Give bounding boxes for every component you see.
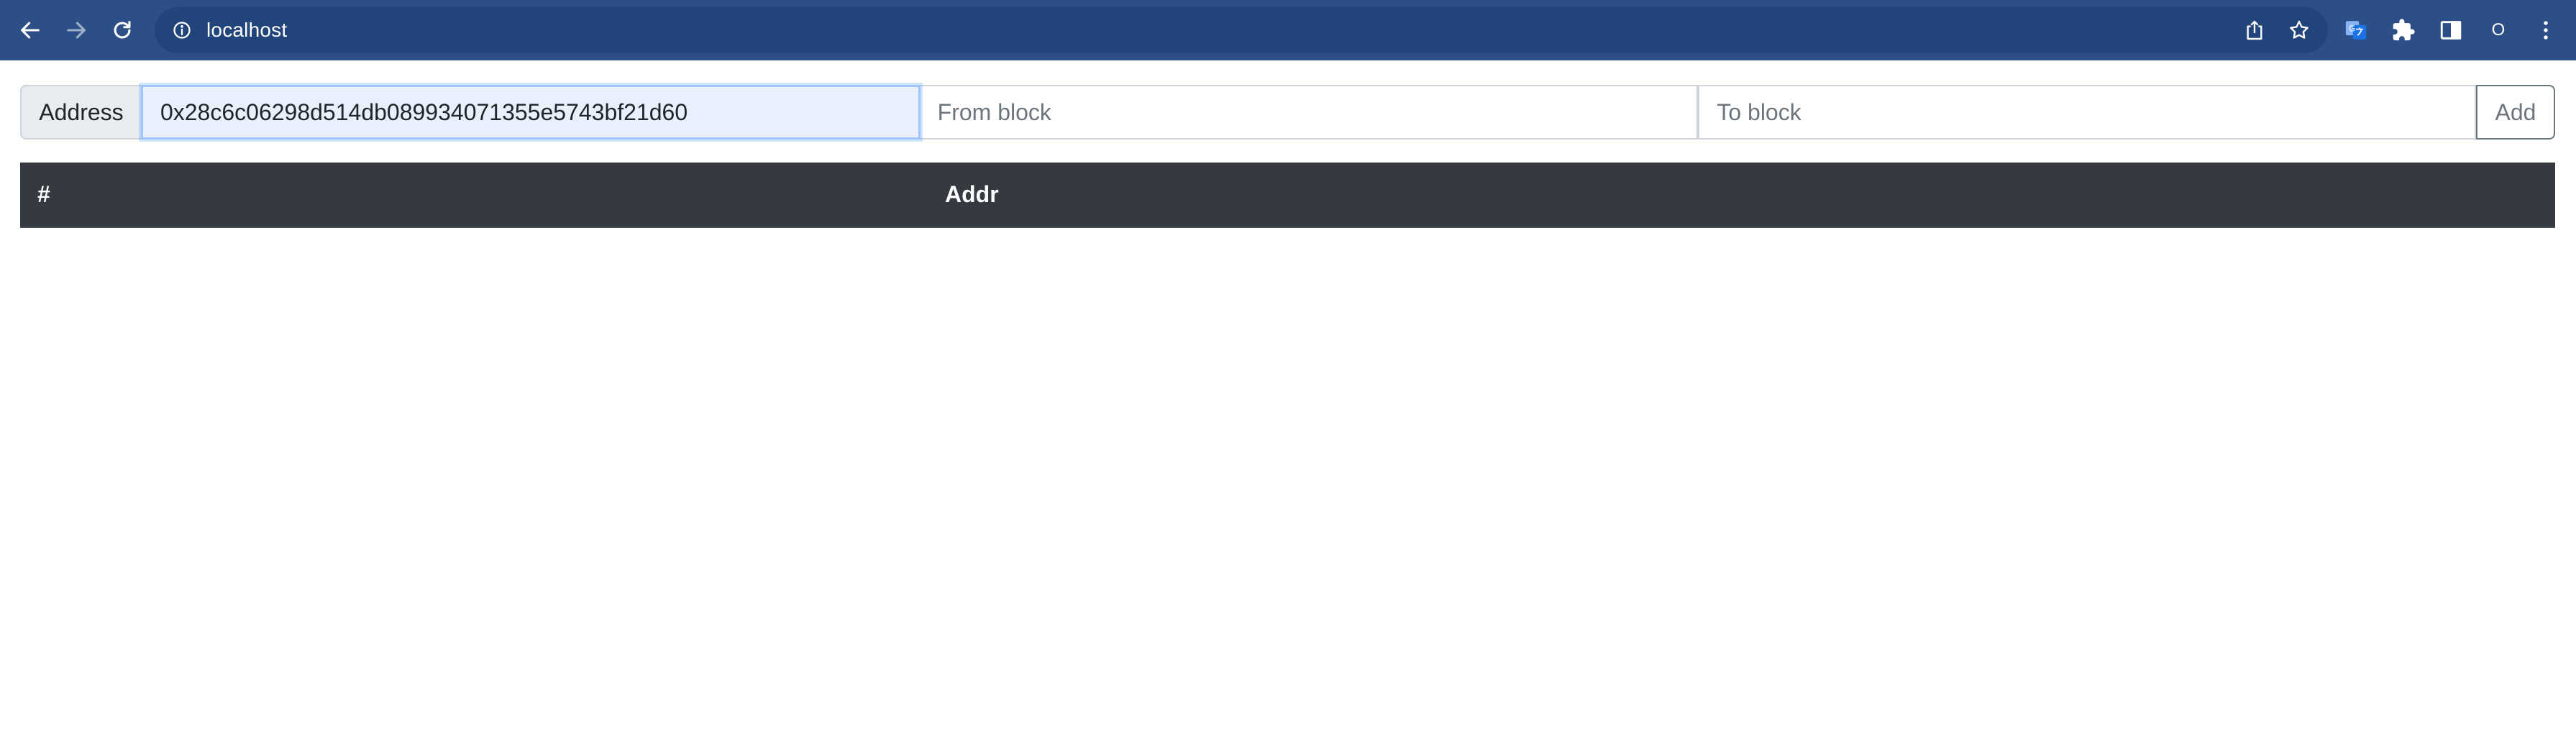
browser-toolbar: localhost G O <box>0 0 2576 60</box>
from-block-input[interactable] <box>920 85 1699 140</box>
address-table: # Addr <box>20 163 2555 228</box>
extensions-area: G O <box>2343 0 2576 60</box>
side-panel-button[interactable] <box>2438 17 2464 43</box>
address-bar[interactable]: localhost <box>155 7 2328 53</box>
more-vert-icon <box>2544 21 2548 40</box>
address-label: Address <box>20 85 141 140</box>
forward-button[interactable] <box>53 7 99 53</box>
arrow-right-icon <box>67 22 86 39</box>
table-header: # Addr <box>20 163 2555 228</box>
star-icon[interactable] <box>2288 19 2311 42</box>
reload-icon <box>114 21 131 39</box>
url-text[interactable]: localhost <box>206 19 287 42</box>
address-input[interactable] <box>140 85 921 140</box>
share-icon[interactable] <box>2243 19 2266 42</box>
reload-button[interactable] <box>99 7 145 53</box>
add-button[interactable]: Add <box>2476 85 2555 140</box>
column-header-addr: Addr <box>945 163 2555 228</box>
column-header-index: # <box>20 163 945 228</box>
address-form: Address Add <box>20 85 2555 140</box>
extensions-button[interactable] <box>2390 17 2416 43</box>
menu-button[interactable] <box>2533 17 2559 43</box>
back-button[interactable] <box>7 7 53 53</box>
to-block-input[interactable] <box>1698 85 2477 140</box>
info-icon[interactable] <box>170 19 193 42</box>
puzzle-icon <box>2393 19 2415 41</box>
translate-extension-button[interactable]: G <box>2343 17 2369 43</box>
profile-avatar[interactable]: O <box>2485 20 2511 40</box>
arrow-left-icon <box>21 22 40 39</box>
table-header-row: # Addr <box>20 163 2555 228</box>
translate-icon: G <box>2345 21 2367 40</box>
svg-text:G: G <box>2349 23 2355 33</box>
side-panel-icon <box>2440 21 2462 40</box>
